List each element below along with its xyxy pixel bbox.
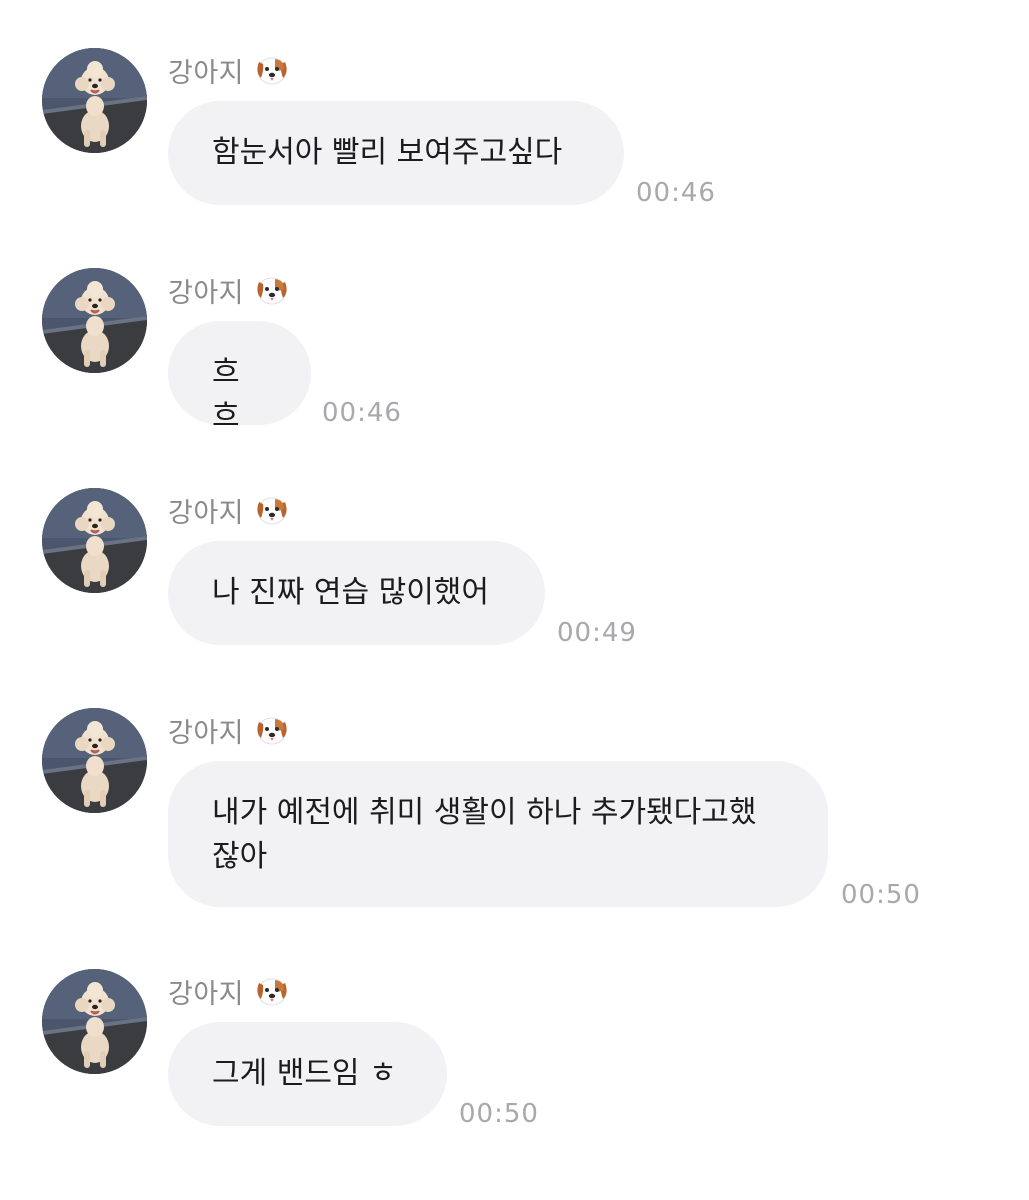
sender-name: 강아지 — [168, 497, 245, 529]
poodle-photo — [42, 488, 147, 593]
message-bubble[interactable]: 나 진짜 연습 많이했어 — [168, 541, 545, 645]
message-bubble[interactable]: 내가 예전에 취미 생활이 하나 추가됐다고했 잖아 — [168, 761, 828, 907]
dog-face-icon — [254, 52, 290, 88]
chat-thread: 강아지 함눈서아 빨리 보여주고싶다 00:46 강아지 흐흐 00:46 강아… — [0, 0, 1029, 1200]
sender-row: 강아지 — [168, 270, 290, 310]
dog-face-icon — [254, 272, 290, 308]
message-timestamp: 00:46 — [322, 398, 402, 428]
message-timestamp: 00:49 — [557, 618, 637, 648]
sender-row: 강아지 — [168, 710, 290, 750]
sender-row: 강아지 — [168, 50, 290, 90]
poodle-photo — [42, 708, 147, 813]
message-timestamp: 00:46 — [636, 178, 716, 208]
message-bubble[interactable]: 그게 밴드임 ㅎ — [168, 1022, 447, 1126]
avatar[interactable] — [42, 488, 147, 593]
poodle-photo — [42, 48, 147, 153]
sender-row: 강아지 — [168, 971, 290, 1011]
dog-face-icon — [254, 973, 290, 1009]
message-bubble[interactable]: 흐흐 — [168, 321, 311, 434]
sender-name: 강아지 — [168, 978, 245, 1010]
sender-row: 강아지 — [168, 490, 290, 530]
avatar[interactable] — [42, 708, 147, 813]
message-bubble[interactable]: 함눈서아 빨리 보여주고싶다 — [168, 101, 624, 205]
message-timestamp: 00:50 — [459, 1099, 539, 1129]
sender-name: 강아지 — [168, 277, 245, 309]
dog-face-icon — [254, 712, 290, 748]
poodle-photo — [42, 969, 147, 1074]
dog-face-icon — [254, 492, 290, 528]
sender-name: 강아지 — [168, 717, 245, 749]
message-timestamp: 00:50 — [841, 880, 921, 910]
avatar[interactable] — [42, 969, 147, 1074]
sender-name: 강아지 — [168, 57, 245, 89]
avatar[interactable] — [42, 48, 147, 153]
avatar[interactable] — [42, 268, 147, 373]
poodle-photo — [42, 268, 147, 373]
